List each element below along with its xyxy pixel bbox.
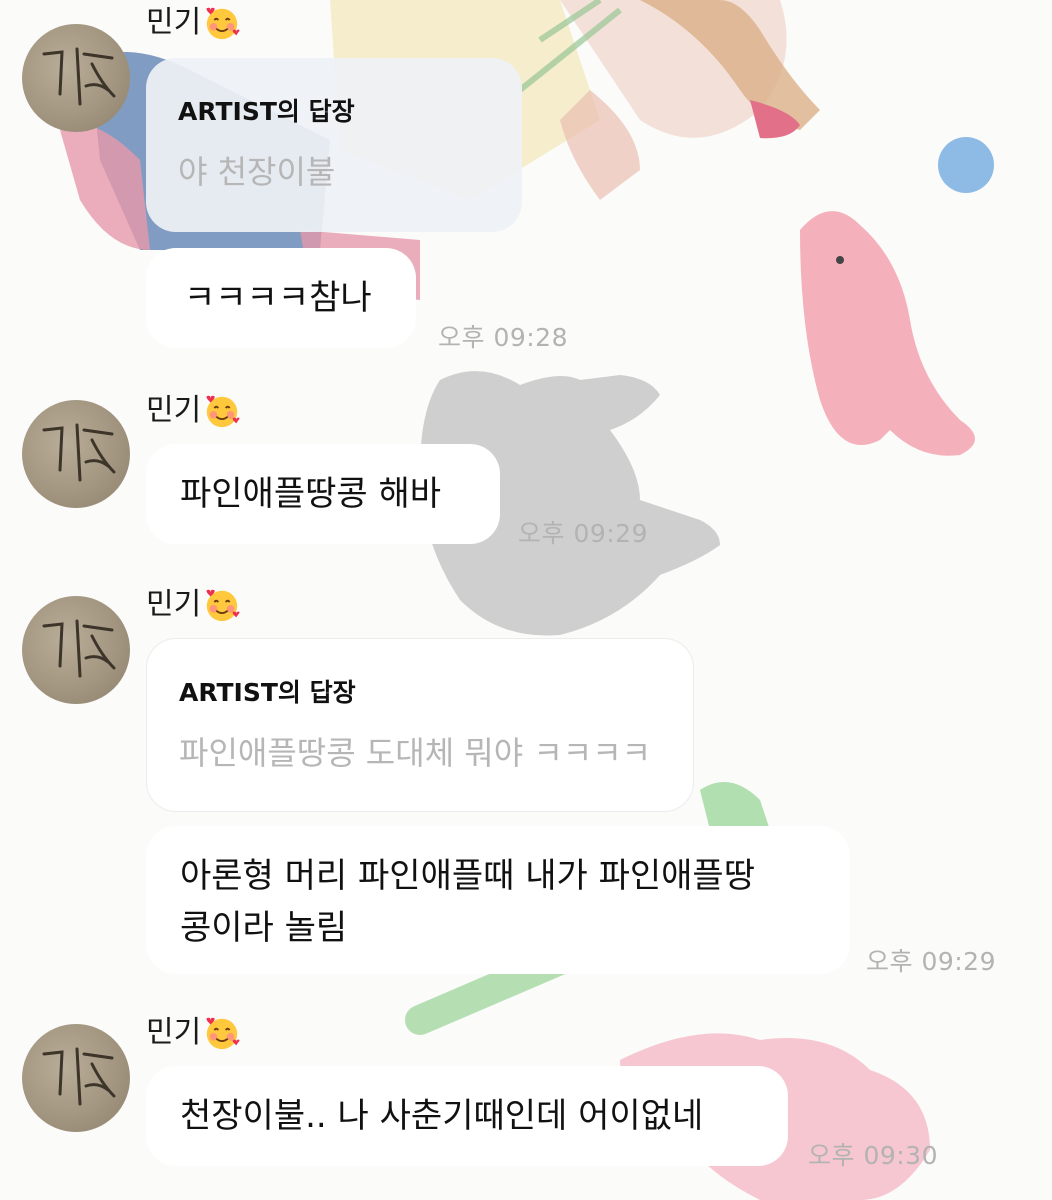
- message-text: 아론형 머리 파인애플때 내가 파인애플땅 콩이라 놀림: [180, 856, 755, 948]
- handwritten-avatar-icon: [42, 423, 116, 482]
- smiling-face-with-hearts-icon: [206, 395, 240, 428]
- sender-name: 민기: [146, 586, 241, 624]
- avatar[interactable]: [22, 1024, 130, 1132]
- reply-card[interactable]: ARTIST의 답장 파인애플땅콩 도대체 뭐야 ㅋㅋㅋㅋ: [146, 638, 694, 812]
- avatar[interactable]: [22, 400, 130, 508]
- message-timestamp: 오후 09:29: [866, 947, 996, 976]
- handwritten-avatar-icon: [42, 619, 116, 678]
- smiling-face-with-hearts-icon: [206, 7, 240, 40]
- smiling-face-with-hearts-icon: [206, 1017, 240, 1050]
- message-timestamp: 오후 09:30: [808, 1141, 938, 1170]
- message-timestamp: 오후 09:28: [438, 323, 568, 352]
- avatar[interactable]: [22, 596, 130, 704]
- reply-quote: 파인애플땅콩 도대체 뭐야 ㅋㅋㅋㅋ: [179, 734, 652, 772]
- sender-name-text: 민기: [146, 5, 202, 40]
- message-text: 파인애플땅콩 해바: [180, 474, 442, 514]
- avatar[interactable]: [22, 24, 130, 132]
- message-bubble[interactable]: 천장이불.. 나 사춘기때인데 어이없네: [146, 1066, 788, 1166]
- handwritten-avatar-icon: [42, 1047, 116, 1106]
- reply-title: ARTIST의 답장: [178, 97, 355, 126]
- wallpaper-blue-dot: [938, 137, 994, 193]
- sender-name-text: 민기: [146, 393, 202, 428]
- reply-title: ARTIST의 답장: [179, 678, 356, 707]
- sender-name: 민기: [146, 392, 241, 430]
- handwritten-avatar-icon: [42, 47, 116, 106]
- message-timestamp: 오후 09:29: [518, 519, 648, 548]
- sender-name-text: 민기: [146, 1015, 202, 1050]
- message-text: ㅋㅋㅋㅋ참나: [184, 278, 372, 318]
- sender-name: 민기: [146, 4, 241, 42]
- reply-quote: 야 천장이불: [178, 153, 336, 191]
- message-text: 천장이불.. 나 사춘기때인데 어이없네: [180, 1096, 704, 1136]
- smiling-face-with-hearts-icon: [206, 589, 240, 622]
- message-bubble[interactable]: ㅋㅋㅋㅋ참나: [146, 248, 416, 348]
- message-bubble[interactable]: 파인애플땅콩 해바: [146, 444, 500, 544]
- sender-name: 민기: [146, 1014, 241, 1052]
- message-bubble[interactable]: 아론형 머리 파인애플때 내가 파인애플땅 콩이라 놀림: [146, 826, 850, 974]
- sender-name-text: 민기: [146, 587, 202, 622]
- wallpaper-pink-fish-illustration: [800, 211, 975, 456]
- reply-card[interactable]: ARTIST의 답장 야 천장이불: [146, 58, 522, 232]
